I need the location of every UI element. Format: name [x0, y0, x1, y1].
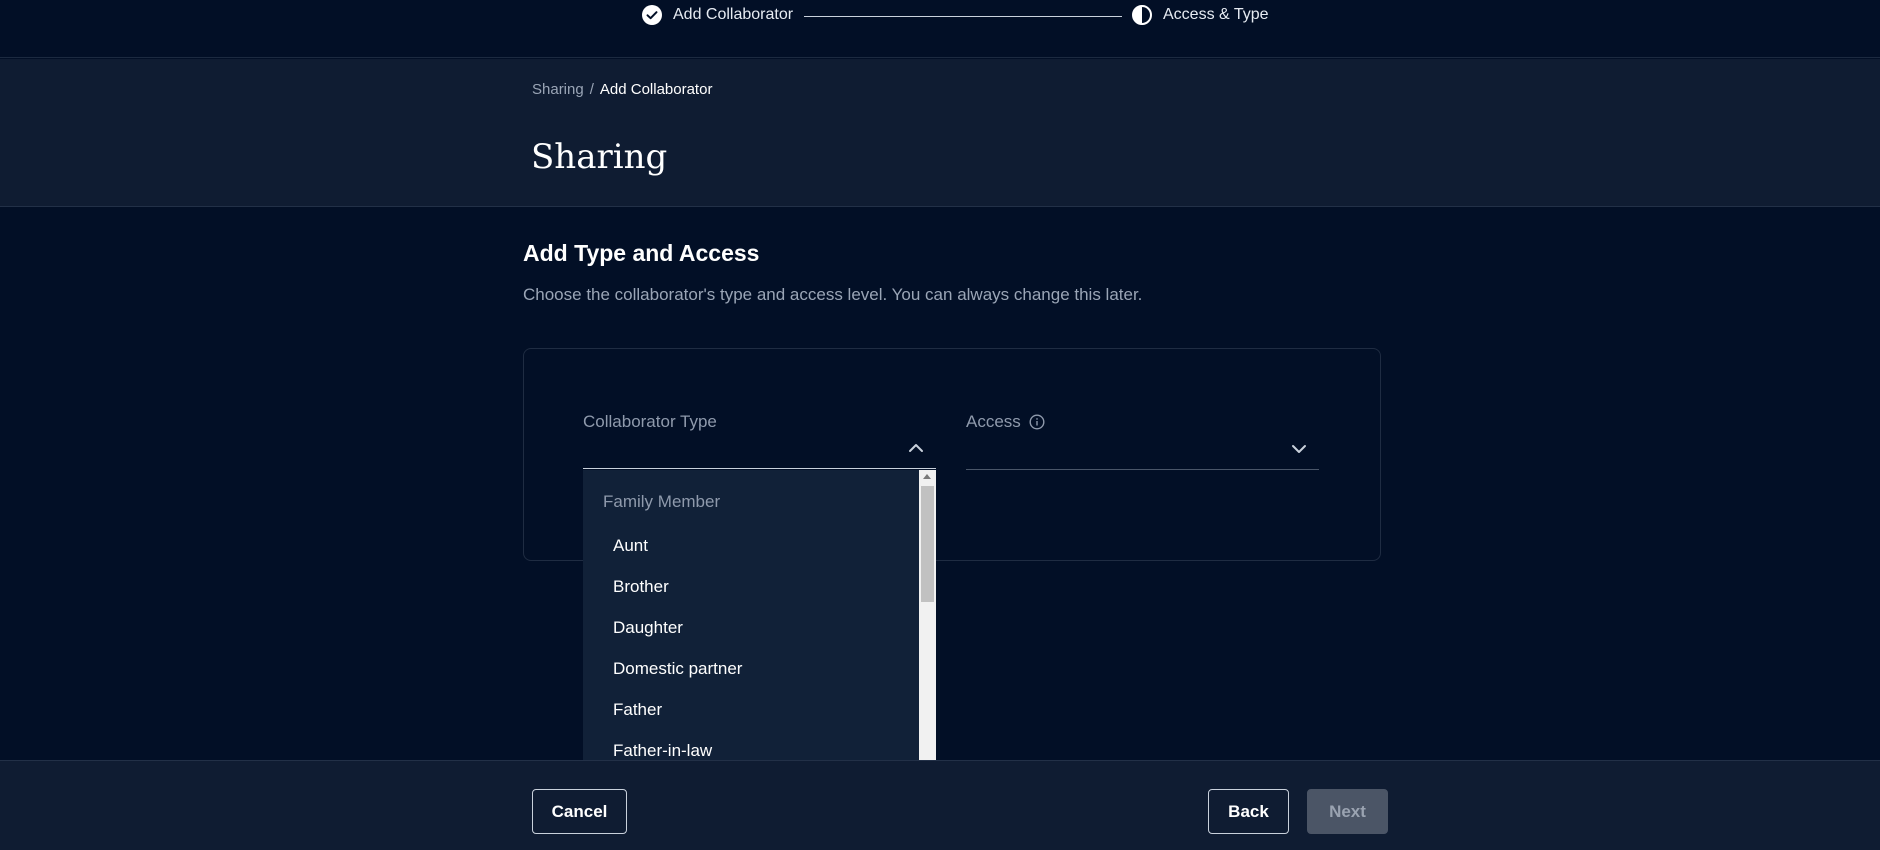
access-label: Access	[966, 412, 1045, 432]
scroll-up-arrow-icon[interactable]	[923, 474, 931, 479]
breadcrumb: Sharing / Add Collaborator	[532, 81, 712, 98]
access-label-text: Access	[966, 412, 1021, 431]
breadcrumb-separator: /	[589, 81, 594, 98]
back-button[interactable]: Back	[1208, 789, 1289, 834]
page: Add Collaborator Access & Type Sharing /…	[0, 0, 1880, 850]
collaborator-type-dropdown: Family Member Aunt Brother Daughter Dome…	[583, 470, 936, 760]
dropdown-option-domestic-partner[interactable]: Domestic partner	[613, 648, 742, 689]
half-circle-icon	[1132, 5, 1152, 25]
dropdown-option-father[interactable]: Father	[613, 689, 742, 730]
cancel-button[interactable]: Cancel	[532, 789, 627, 834]
step-add-collaborator[interactable]: Add Collaborator	[642, 5, 793, 25]
step-access-type[interactable]: Access & Type	[1132, 5, 1269, 25]
collaborator-type-select[interactable]	[583, 429, 936, 469]
next-button[interactable]: Next	[1307, 789, 1388, 834]
section-title: Add Type and Access	[523, 240, 760, 266]
page-title: Sharing	[531, 137, 668, 177]
chevron-down-icon	[1291, 444, 1307, 454]
stepper-connector	[804, 16, 1122, 17]
dropdown-option-daughter[interactable]: Daughter	[613, 607, 742, 648]
dropdown-options: Aunt Brother Daughter Domestic partner F…	[613, 525, 742, 760]
step-label: Add Collaborator	[673, 6, 794, 23]
section-description: Choose the collaborator's type and acces…	[523, 285, 1143, 304]
check-circle-icon	[642, 5, 662, 25]
dropdown-option-aunt[interactable]: Aunt	[613, 525, 742, 566]
dropdown-scrollbar[interactable]	[919, 470, 936, 760]
page-header: Sharing / Add Collaborator Sharing	[0, 59, 1880, 207]
dropdown-option-brother[interactable]: Brother	[613, 566, 742, 607]
access-select[interactable]	[966, 430, 1319, 470]
scrollbar-thumb[interactable]	[921, 486, 934, 602]
info-icon[interactable]	[1029, 414, 1045, 430]
footer-bar: Cancel Back Next	[0, 760, 1880, 850]
step-label: Access & Type	[1163, 6, 1269, 23]
breadcrumb-current: Add Collaborator	[599, 81, 713, 98]
chevron-up-icon	[908, 443, 924, 453]
progress-stepper: Add Collaborator Access & Type	[0, 0, 1880, 58]
dropdown-group-label: Family Member	[603, 492, 721, 511]
breadcrumb-sharing-link[interactable]: Sharing	[532, 81, 584, 98]
dropdown-option-father-in-law[interactable]: Father-in-law	[613, 730, 742, 760]
